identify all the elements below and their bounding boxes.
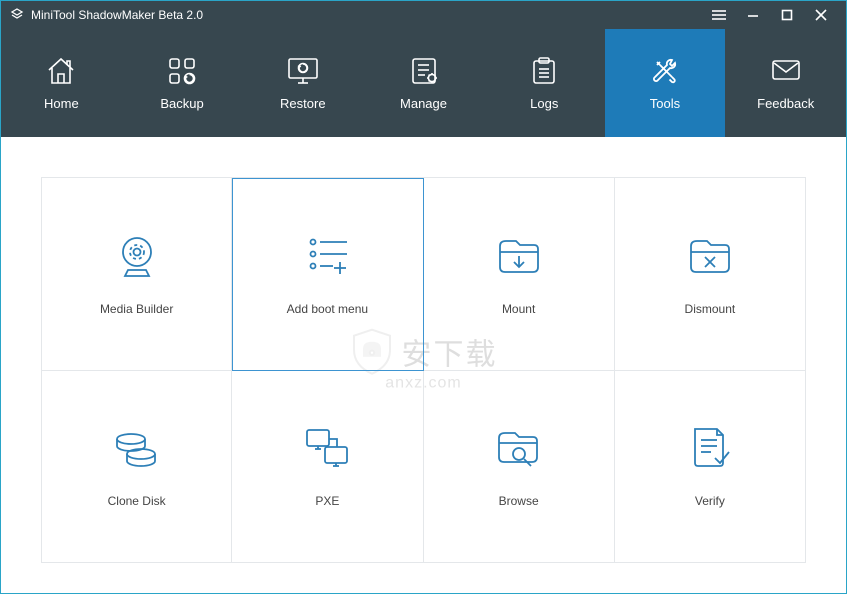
tile-label: Media Builder [100, 302, 173, 316]
tile-clone-disk[interactable]: Clone Disk [41, 371, 232, 564]
window-title: MiniTool ShadowMaker Beta 2.0 [31, 8, 702, 22]
backup-icon [165, 56, 199, 86]
maximize-button[interactable] [770, 1, 804, 29]
app-logo-icon [9, 7, 25, 23]
tile-label: Browse [499, 494, 539, 508]
tools-content: Media Builder Add boot menu Mount Dismou… [1, 137, 846, 593]
tile-label: Clone Disk [108, 494, 166, 508]
minimize-button[interactable] [736, 1, 770, 29]
nav-logs[interactable]: Logs [484, 29, 605, 137]
nav-label: Home [44, 96, 79, 111]
close-button[interactable] [804, 1, 838, 29]
tile-label: Add boot menu [287, 302, 368, 316]
feedback-icon [769, 56, 803, 86]
tools-icon [648, 56, 682, 86]
mount-icon [493, 232, 545, 280]
tile-verify[interactable]: Verify [615, 371, 806, 564]
tile-media-builder[interactable]: Media Builder [41, 178, 232, 371]
tile-pxe[interactable]: PXE [232, 371, 423, 564]
tile-label: PXE [315, 494, 339, 508]
nav-feedback[interactable]: Feedback [725, 29, 846, 137]
restore-icon [286, 56, 320, 86]
verify-icon [684, 424, 736, 472]
nav-label: Feedback [757, 96, 814, 111]
dismount-icon [684, 232, 736, 280]
navbar: Home Backup Restore Manage Logs [1, 29, 846, 137]
tile-label: Mount [502, 302, 535, 316]
menu-button[interactable] [702, 1, 736, 29]
tools-grid: Media Builder Add boot menu Mount Dismou… [41, 177, 806, 563]
nav-label: Logs [530, 96, 558, 111]
nav-label: Tools [650, 96, 680, 111]
clone-disk-icon [111, 424, 163, 472]
tile-mount[interactable]: Mount [424, 178, 615, 371]
tile-browse[interactable]: Browse [424, 371, 615, 564]
tile-dismount[interactable]: Dismount [615, 178, 806, 371]
browse-icon [493, 424, 545, 472]
nav-restore[interactable]: Restore [242, 29, 363, 137]
nav-tools[interactable]: Tools [605, 29, 726, 137]
tile-add-boot-menu[interactable]: Add boot menu [232, 178, 423, 371]
tile-label: Verify [695, 494, 725, 508]
manage-icon [407, 56, 441, 86]
logs-icon [527, 56, 561, 86]
home-icon [44, 56, 78, 86]
nav-manage[interactable]: Manage [363, 29, 484, 137]
tile-label: Dismount [685, 302, 736, 316]
nav-label: Backup [160, 96, 203, 111]
media-builder-icon [111, 232, 163, 280]
nav-label: Restore [280, 96, 326, 111]
nav-backup[interactable]: Backup [122, 29, 243, 137]
pxe-icon [301, 424, 353, 472]
titlebar: MiniTool ShadowMaker Beta 2.0 [1, 1, 846, 29]
add-boot-menu-icon [301, 232, 353, 280]
nav-label: Manage [400, 96, 447, 111]
nav-home[interactable]: Home [1, 29, 122, 137]
